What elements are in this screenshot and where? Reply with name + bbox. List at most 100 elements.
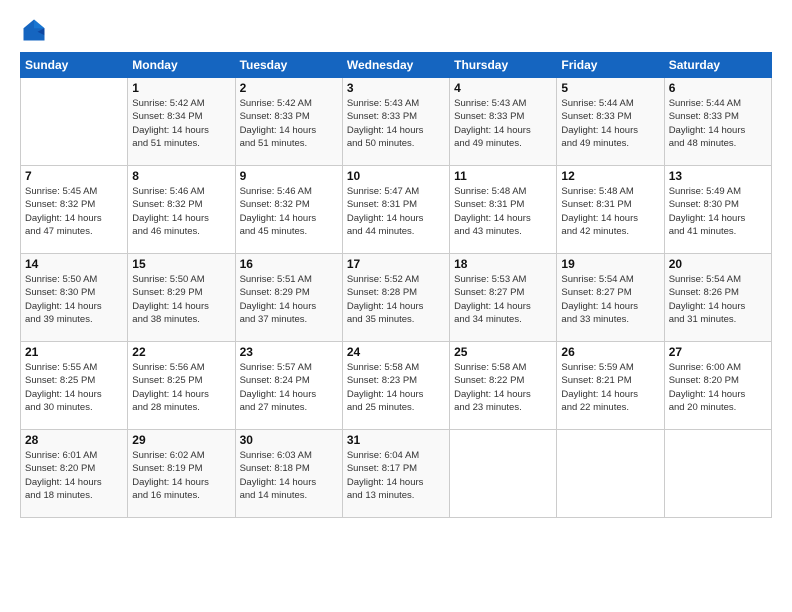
weekday-header-wednesday: Wednesday — [342, 53, 449, 78]
day-info: Sunrise: 5:45 AM Sunset: 8:32 PM Dayligh… — [25, 185, 123, 238]
calendar-cell: 9 Sunrise: 5:46 AM Sunset: 8:32 PM Daylig… — [235, 166, 342, 254]
header — [20, 16, 772, 44]
calendar-cell: 10 Sunrise: 5:47 AM Sunset: 8:31 PM Dayli… — [342, 166, 449, 254]
day-info: Sunrise: 5:49 AM Sunset: 8:30 PM Dayligh… — [669, 185, 767, 238]
day-info: Sunrise: 5:59 AM Sunset: 8:21 PM Dayligh… — [561, 361, 659, 414]
calendar-cell: 31 Sunrise: 6:04 AM Sunset: 8:17 PM Dayli… — [342, 430, 449, 518]
day-number: 25 — [454, 345, 552, 359]
calendar-week-5: 28 Sunrise: 6:01 AM Sunset: 8:20 PM Dayli… — [21, 430, 772, 518]
day-info: Sunrise: 5:46 AM Sunset: 8:32 PM Dayligh… — [132, 185, 230, 238]
day-info: Sunrise: 5:58 AM Sunset: 8:22 PM Dayligh… — [454, 361, 552, 414]
day-info: Sunrise: 5:55 AM Sunset: 8:25 PM Dayligh… — [25, 361, 123, 414]
weekday-header-saturday: Saturday — [664, 53, 771, 78]
day-number: 14 — [25, 257, 123, 271]
day-number: 8 — [132, 169, 230, 183]
calendar-week-2: 7 Sunrise: 5:45 AM Sunset: 8:32 PM Daylig… — [21, 166, 772, 254]
calendar-cell: 4 Sunrise: 5:43 AM Sunset: 8:33 PM Daylig… — [450, 78, 557, 166]
day-number: 19 — [561, 257, 659, 271]
day-info: Sunrise: 5:42 AM Sunset: 8:33 PM Dayligh… — [240, 97, 338, 150]
calendar-week-4: 21 Sunrise: 5:55 AM Sunset: 8:25 PM Dayli… — [21, 342, 772, 430]
day-number: 31 — [347, 433, 445, 447]
day-info: Sunrise: 5:44 AM Sunset: 8:33 PM Dayligh… — [561, 97, 659, 150]
day-info: Sunrise: 5:50 AM Sunset: 8:30 PM Dayligh… — [25, 273, 123, 326]
calendar-cell: 24Sunrise: 5:58 AM Sunset: 8:23 PM Dayli… — [342, 342, 449, 430]
calendar-cell: 25 Sunrise: 5:58 AM Sunset: 8:22 PM Dayli… — [450, 342, 557, 430]
day-info: Sunrise: 5:58 AM Sunset: 8:23 PM Dayligh… — [347, 361, 445, 414]
day-info: Sunrise: 5:48 AM Sunset: 8:31 PM Dayligh… — [454, 185, 552, 238]
calendar-cell: 16 Sunrise: 5:51 AM Sunset: 8:29 PM Dayli… — [235, 254, 342, 342]
calendar-week-3: 14 Sunrise: 5:50 AM Sunset: 8:30 PM Dayli… — [21, 254, 772, 342]
calendar-week-1: 1 Sunrise: 5:42 AM Sunset: 8:34 PM Daylig… — [21, 78, 772, 166]
calendar-cell — [450, 430, 557, 518]
calendar-cell — [664, 430, 771, 518]
calendar-cell: 19 Sunrise: 5:54 AM Sunset: 8:27 PM Dayli… — [557, 254, 664, 342]
day-info: Sunrise: 5:47 AM Sunset: 8:31 PM Dayligh… — [347, 185, 445, 238]
day-number: 28 — [25, 433, 123, 447]
day-number: 4 — [454, 81, 552, 95]
calendar-page: SundayMondayTuesdayWednesdayThursdayFrid… — [0, 0, 792, 612]
day-info: Sunrise: 6:01 AM Sunset: 8:20 PM Dayligh… — [25, 449, 123, 502]
calendar-cell: 8 Sunrise: 5:46 AM Sunset: 8:32 PM Daylig… — [128, 166, 235, 254]
calendar-cell: 5 Sunrise: 5:44 AM Sunset: 8:33 PM Daylig… — [557, 78, 664, 166]
day-number: 23 — [240, 345, 338, 359]
calendar-cell: 18 Sunrise: 5:53 AM Sunset: 8:27 PM Dayli… — [450, 254, 557, 342]
day-number: 2 — [240, 81, 338, 95]
day-info: Sunrise: 5:54 AM Sunset: 8:26 PM Dayligh… — [669, 273, 767, 326]
weekday-header-friday: Friday — [557, 53, 664, 78]
weekday-header-sunday: Sunday — [21, 53, 128, 78]
calendar-cell: 21 Sunrise: 5:55 AM Sunset: 8:25 PM Dayli… — [21, 342, 128, 430]
day-number: 7 — [25, 169, 123, 183]
day-number: 5 — [561, 81, 659, 95]
day-info: Sunrise: 5:48 AM Sunset: 8:31 PM Dayligh… — [561, 185, 659, 238]
day-info: Sunrise: 5:44 AM Sunset: 8:33 PM Dayligh… — [669, 97, 767, 150]
calendar-cell: 29Sunrise: 6:02 AM Sunset: 8:19 PM Dayli… — [128, 430, 235, 518]
calendar-cell: 27 Sunrise: 6:00 AM Sunset: 8:20 PM Dayli… — [664, 342, 771, 430]
weekday-header-monday: Monday — [128, 53, 235, 78]
day-number: 16 — [240, 257, 338, 271]
day-info: Sunrise: 6:02 AM Sunset: 8:19 PM Dayligh… — [132, 449, 230, 502]
day-number: 11 — [454, 169, 552, 183]
calendar-cell: 12 Sunrise: 5:48 AM Sunset: 8:31 PM Dayli… — [557, 166, 664, 254]
calendar-cell: 14 Sunrise: 5:50 AM Sunset: 8:30 PM Dayli… — [21, 254, 128, 342]
day-number: 21 — [25, 345, 123, 359]
calendar-cell: 26 Sunrise: 5:59 AM Sunset: 8:21 PM Dayli… — [557, 342, 664, 430]
day-number: 18 — [454, 257, 552, 271]
day-number: 27 — [669, 345, 767, 359]
calendar-cell: 13Sunrise: 5:49 AM Sunset: 8:30 PM Dayli… — [664, 166, 771, 254]
calendar-cell: 3Sunrise: 5:43 AM Sunset: 8:33 PM Daylig… — [342, 78, 449, 166]
day-number: 1 — [132, 81, 230, 95]
day-info: Sunrise: 5:42 AM Sunset: 8:34 PM Dayligh… — [132, 97, 230, 150]
calendar-cell — [557, 430, 664, 518]
day-info: Sunrise: 5:51 AM Sunset: 8:29 PM Dayligh… — [240, 273, 338, 326]
day-info: Sunrise: 5:56 AM Sunset: 8:25 PM Dayligh… — [132, 361, 230, 414]
calendar-cell: 1 Sunrise: 5:42 AM Sunset: 8:34 PM Daylig… — [128, 78, 235, 166]
day-info: Sunrise: 6:03 AM Sunset: 8:18 PM Dayligh… — [240, 449, 338, 502]
calendar-cell: 2 Sunrise: 5:42 AM Sunset: 8:33 PM Daylig… — [235, 78, 342, 166]
day-info: Sunrise: 5:43 AM Sunset: 8:33 PM Dayligh… — [454, 97, 552, 150]
day-number: 6 — [669, 81, 767, 95]
day-info: Sunrise: 6:04 AM Sunset: 8:17 PM Dayligh… — [347, 449, 445, 502]
day-number: 9 — [240, 169, 338, 183]
day-number: 30 — [240, 433, 338, 447]
day-info: Sunrise: 5:57 AM Sunset: 8:24 PM Dayligh… — [240, 361, 338, 414]
calendar-cell: 28 Sunrise: 6:01 AM Sunset: 8:20 PM Dayli… — [21, 430, 128, 518]
day-number: 22 — [132, 345, 230, 359]
day-number: 10 — [347, 169, 445, 183]
day-info: Sunrise: 5:54 AM Sunset: 8:27 PM Dayligh… — [561, 273, 659, 326]
weekday-header-tuesday: Tuesday — [235, 53, 342, 78]
calendar-cell: 7 Sunrise: 5:45 AM Sunset: 8:32 PM Daylig… — [21, 166, 128, 254]
day-number: 17 — [347, 257, 445, 271]
day-info: Sunrise: 5:46 AM Sunset: 8:32 PM Dayligh… — [240, 185, 338, 238]
day-info: Sunrise: 5:52 AM Sunset: 8:28 PM Dayligh… — [347, 273, 445, 326]
day-info: Sunrise: 5:53 AM Sunset: 8:27 PM Dayligh… — [454, 273, 552, 326]
weekday-header-thursday: Thursday — [450, 53, 557, 78]
calendar-cell: 15Sunrise: 5:50 AM Sunset: 8:29 PM Dayli… — [128, 254, 235, 342]
calendar-cell: 20 Sunrise: 5:54 AM Sunset: 8:26 PM Dayli… — [664, 254, 771, 342]
calendar-cell: 6 Sunrise: 5:44 AM Sunset: 8:33 PM Daylig… — [664, 78, 771, 166]
day-number: 12 — [561, 169, 659, 183]
day-number: 20 — [669, 257, 767, 271]
day-number: 15 — [132, 257, 230, 271]
day-info: Sunrise: 5:43 AM Sunset: 8:33 PM Dayligh… — [347, 97, 445, 150]
day-info: Sunrise: 6:00 AM Sunset: 8:20 PM Dayligh… — [669, 361, 767, 414]
day-number: 26 — [561, 345, 659, 359]
